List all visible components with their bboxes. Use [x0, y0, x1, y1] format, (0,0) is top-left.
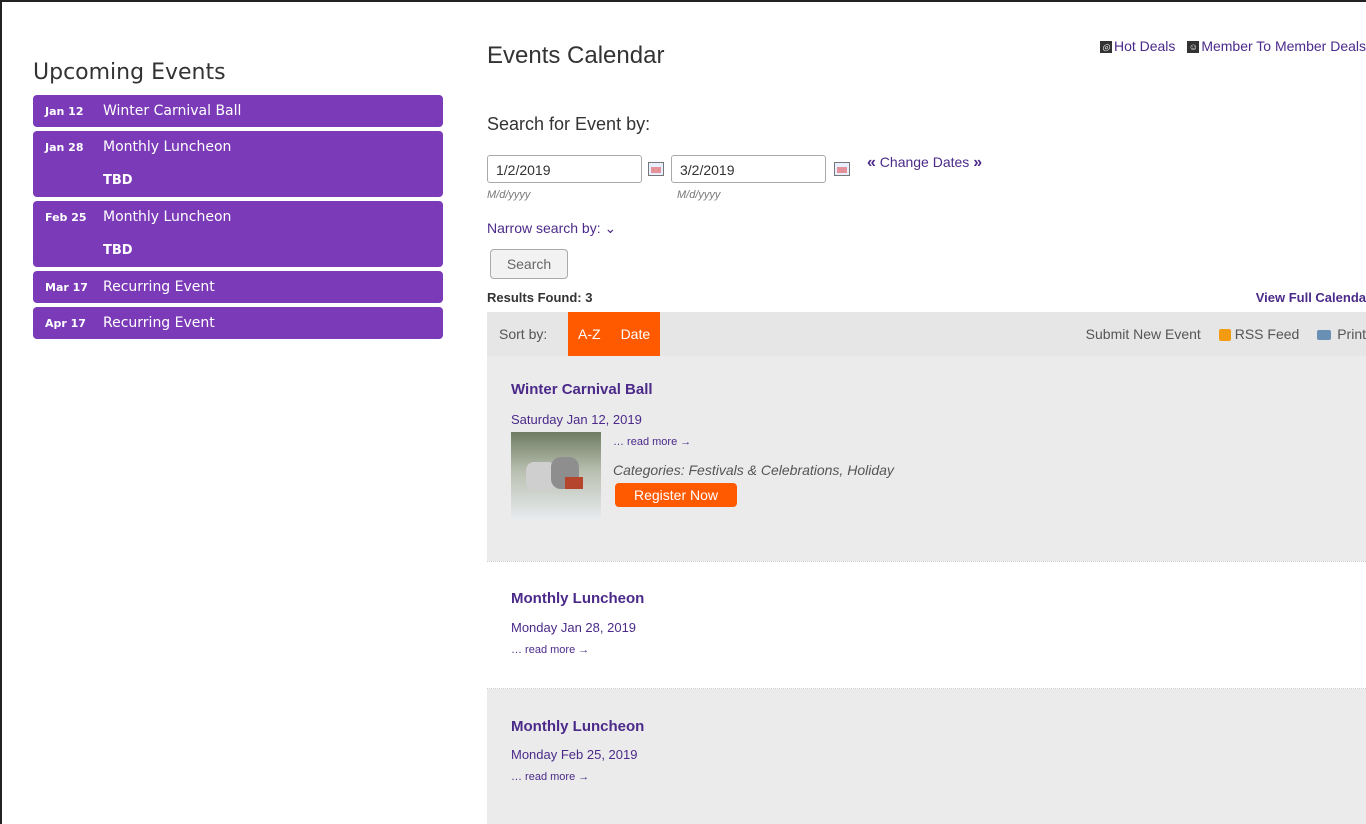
sidebar-item-date: Jan 12 [45, 104, 84, 118]
sort-buttons: A-Z Date [568, 312, 661, 356]
read-more-link[interactable]: … read more → [613, 436, 691, 448]
read-more-link[interactable]: … read more → [511, 771, 589, 783]
sort-toolbar: Sort by: A-Z Date Submit New Event RSS F… [487, 312, 1366, 356]
search-label: Search for Event by: [487, 114, 651, 134]
event-title[interactable]: Monthly Luncheon [511, 718, 644, 735]
narrow-search-toggle[interactable]: Narrow search by: ⌄ [487, 220, 616, 237]
sidebar-item-title: Recurring Event [103, 279, 215, 295]
end-date-input[interactable]: 3/2/2019 [671, 155, 826, 183]
hot-deals-link[interactable]: ◎ Hot Deals [1099, 38, 1179, 54]
sidebar-item-title: Recurring Event [103, 315, 215, 331]
event-date: Saturday Jan 12, 2019 [511, 412, 642, 427]
sidebar-item-recurring-mar[interactable]: Mar 17 Recurring Event [33, 271, 443, 303]
start-date-input[interactable]: 1/2/2019 [487, 155, 642, 183]
sidebar-item-date: Apr 17 [45, 316, 86, 330]
sort-az-button[interactable]: A-Z [568, 312, 611, 356]
event-card: Monthly Luncheon Monday Jan 28, 2019 … r… [487, 562, 1366, 688]
sidebar-item-date: Feb 25 [45, 210, 87, 224]
start-calendar-icon[interactable] [648, 162, 664, 176]
rss-icon [1218, 329, 1231, 342]
event-date: Monday Jan 28, 2019 [511, 620, 637, 635]
read-more-link[interactable]: … read more → [511, 644, 589, 656]
member-deals-link[interactable]: ☺ Member To Member Deals [1187, 38, 1366, 54]
sidebar-item-title: Monthly Luncheon [103, 139, 232, 155]
sidebar-item-recurring-apr[interactable]: Apr 17 Recurring Event [33, 307, 443, 339]
event-categories: Categories: Festivals & Celebrations, Ho… [613, 462, 894, 478]
start-date-format: M/d/yyyy [487, 189, 531, 201]
rss-feed-link[interactable]: RSS Feed [1218, 326, 1299, 342]
sort-label: Sort by: [499, 326, 548, 342]
hot-deals-icon: ◎ [1099, 41, 1112, 54]
event-image [511, 432, 601, 520]
sidebar-item-sub: TBD [103, 242, 133, 258]
end-calendar-icon[interactable] [834, 162, 850, 176]
toolbar-actions: Submit New Event RSS Feed Print [1072, 312, 1366, 356]
sidebar-item-luncheon-jan[interactable]: Jan 28 Monthly Luncheon TBD [33, 131, 443, 197]
end-date-format: M/d/yyyy [677, 189, 721, 201]
prev-chevron-icon: « [867, 154, 876, 171]
register-now-button[interactable]: Register Now [615, 483, 737, 507]
submit-event-link[interactable]: Submit New Event [1086, 326, 1201, 342]
deals-links: ◎ Hot Deals ☺ Member To Member Deals [1092, 38, 1366, 54]
sidebar-item-sub: TBD [103, 172, 133, 188]
search-button[interactable]: Search [490, 249, 568, 279]
sidebar-item-luncheon-feb[interactable]: Feb 25 Monthly Luncheon TBD [33, 201, 443, 267]
sidebar-item-date: Jan 28 [45, 140, 84, 154]
view-full-calendar-link[interactable]: View Full Calenda [1256, 290, 1366, 305]
results-count: Results Found: 3 [487, 290, 593, 305]
event-title[interactable]: Winter Carnival Ball [511, 381, 653, 398]
upcoming-events-sidebar: Upcoming Events Jan 12 Winter Carnival B… [33, 60, 443, 343]
event-card: Monthly Luncheon Monday Feb 25, 2019 … r… [487, 689, 1366, 824]
next-chevron-icon: » [973, 154, 983, 171]
chevron-down-icon: ⌄ [604, 220, 617, 236]
sidebar-heading: Upcoming Events [33, 60, 226, 85]
sidebar-item-date: Mar 17 [45, 280, 88, 294]
change-dates-link[interactable]: « Change Dates » [867, 154, 982, 172]
page-title: Events Calendar [487, 42, 665, 69]
print-link[interactable]: Print [1317, 326, 1366, 342]
event-date: Monday Feb 25, 2019 [511, 747, 638, 762]
event-card: Winter Carnival Ball Saturday Jan 12, 20… [487, 356, 1366, 561]
sidebar-item-title: Winter Carnival Ball [103, 103, 242, 119]
printer-icon [1317, 330, 1332, 341]
sidebar-item-title: Monthly Luncheon [103, 209, 232, 225]
sidebar-item-winter-carnival[interactable]: Jan 12 Winter Carnival Ball [33, 95, 443, 127]
event-title[interactable]: Monthly Luncheon [511, 590, 644, 607]
member-deals-icon: ☺ [1187, 41, 1200, 54]
sort-date-button[interactable]: Date [611, 312, 661, 356]
